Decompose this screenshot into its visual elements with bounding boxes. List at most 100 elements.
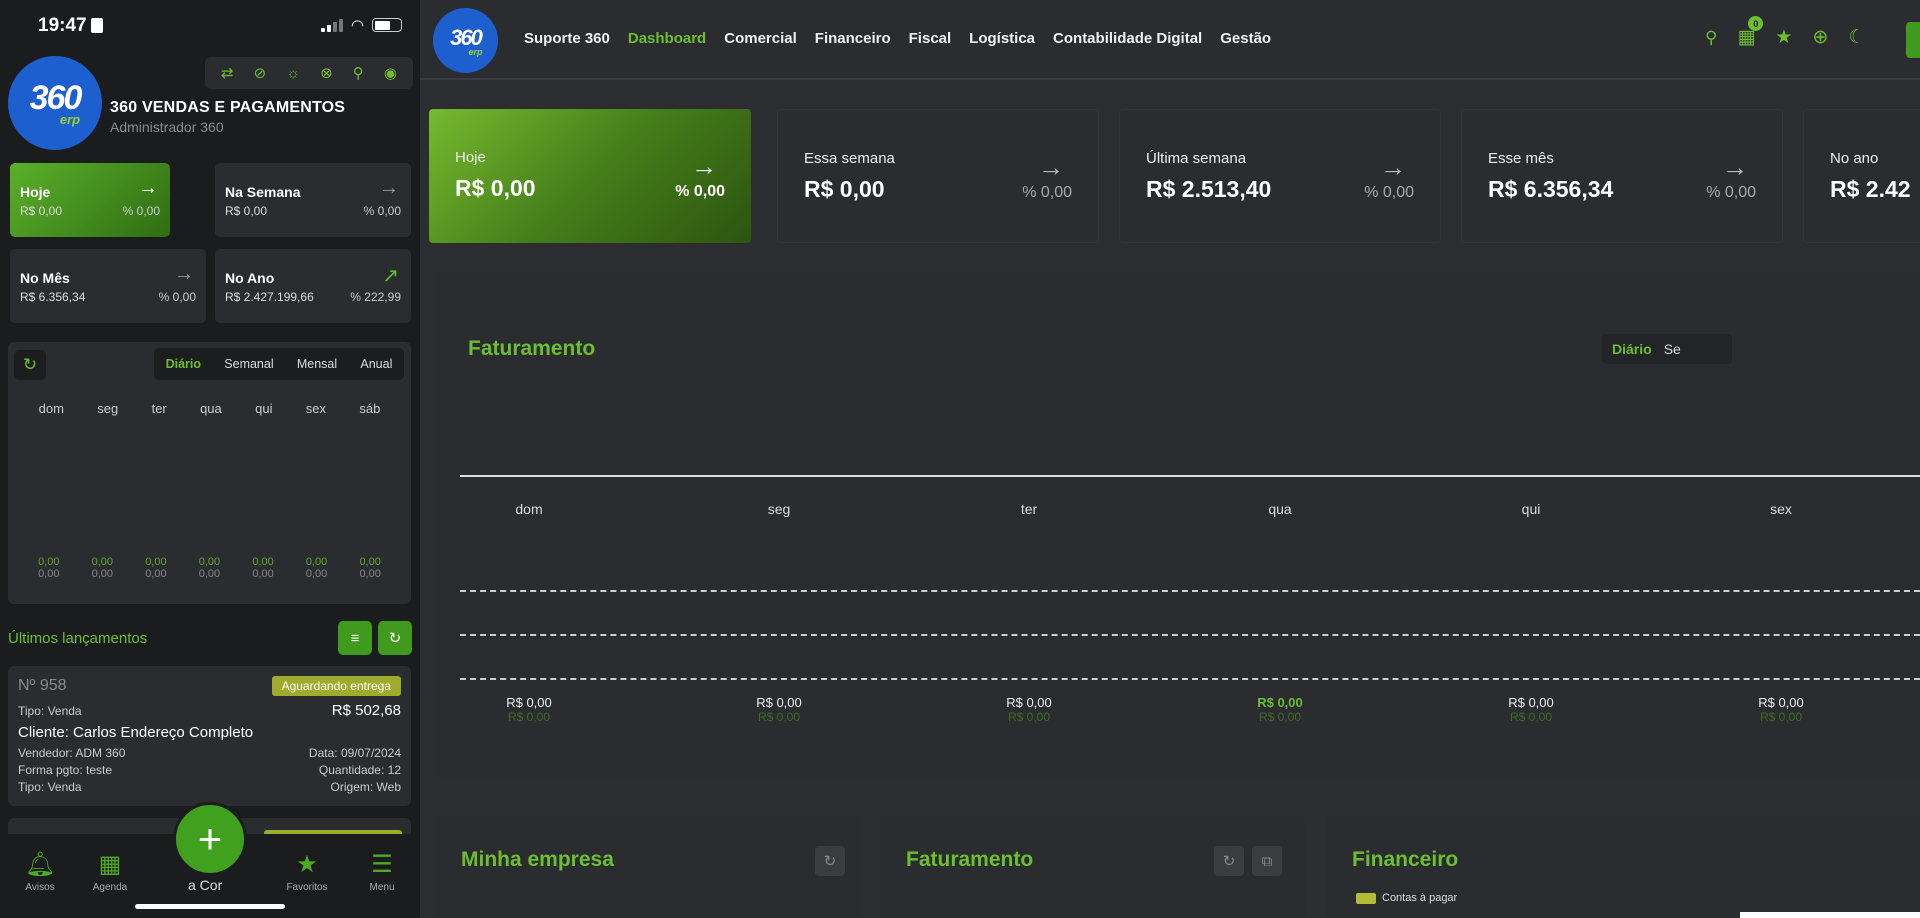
arrow-right-icon: → [1038,152,1064,182]
tab-weekly[interactable]: Semanal [224,357,273,371]
nav-agenda[interactable]: ▦ Agenda [80,850,140,893]
kpi-value: R$ 0,00 [455,175,536,201]
fab-label: a Cor [188,877,223,893]
desktop-app: 360 erp Suporte 360 Dashboard Comercial … [420,0,1920,918]
card-title: Hoje [20,184,51,200]
kpi-title: No ano [1830,150,1879,167]
legend-label: Contas à pagar [1382,892,1458,904]
summary-card-year[interactable]: No Ano ↗ R$ 2.427.199,66 % 222,99 [215,249,411,323]
status-badge: Aguardando entrega [271,676,401,696]
weekly-chart: ↻ Diário Semanal Mensal Anual dom seg te… [8,342,411,604]
company-name: 360 VENDAS E PAGAMENTOS [110,99,346,116]
day-value: R$ 0,00 R$ 0,00 [1758,695,1804,725]
user-button[interactable] [1906,22,1920,58]
eye-icon[interactable]: ◉ [384,64,397,82]
plus-icon: + [197,815,223,862]
menu-item-contabilidade[interactable]: Contabilidade Digital [1053,30,1202,47]
company-logo[interactable]: 360 erp [8,56,102,150]
tab-monthly[interactable]: Mensal [297,357,337,371]
my-company-card: Minha empresa ↻ [435,816,861,918]
day-label: sáb [359,401,381,416]
order-payment: Forma pgto: teste [18,763,113,777]
card-percent: % 0,00 [363,204,401,218]
nav-favoritos[interactable]: ★ Favoritos [277,850,337,893]
revenue-card: Faturamento ↻ ⧉ [880,816,1306,918]
menu-item-suporte[interactable]: Suporte 360 [524,30,610,47]
tab-yearly[interactable]: Anual [360,357,392,371]
moon-icon[interactable]: ☾ [1848,26,1865,49]
summary-card-month[interactable]: No Mês → R$ 6.356,34 % 0,00 [10,249,206,323]
day-label: qua [1268,501,1292,517]
logo-subtext: erp [468,46,483,57]
company-logo[interactable]: 360 erp [433,8,498,73]
external-link-icon[interactable]: ⧉ [1252,846,1282,876]
eye-off-icon[interactable]: ⊗ [320,64,333,82]
kpi-percent: % 0,00 [675,183,725,200]
revenue-chart-panel: Faturamento Diário Se dom seg ter qua qu… [434,272,1920,779]
add-circle-icon[interactable]: ⊕ [1812,26,1828,49]
status-bar: 19:47 ◠ [0,0,420,48]
menu-item-fiscal[interactable]: Fiscal [909,30,952,47]
refresh-icon[interactable]: ↻ [1214,846,1244,876]
kpi-card-this-month[interactable]: Esse mês R$ 6.356,34 → % 0,00 [1461,109,1783,243]
notification-count: 0 [1748,16,1764,31]
order-client: Cliente: Carlos Endereço Completo [18,724,254,741]
kpi-card-year[interactable]: No ano R$ 2.42 [1803,109,1920,243]
nav-menu[interactable]: ☰ Menu [352,850,412,893]
grid-line [460,634,1920,636]
order-number: Nº 958 [18,677,67,694]
mobile-app: 19:47 ◠ 360 erp ⇄ ⊘ ☼ ⊗ ⚲ ◉ 360 VENDAS E… [0,0,420,918]
search-icon[interactable]: ⚲ [353,64,364,82]
day-value: 0,00 0,00 [305,556,328,580]
logo-subtext: erp [59,112,81,127]
order-type-secondary: Tipo: Venda [18,780,82,794]
menu-item-dashboard[interactable]: Dashboard [628,30,706,47]
day-label: qui [1521,501,1541,517]
menu-item-comercial[interactable]: Comercial [724,30,797,47]
no-location-icon[interactable]: ⊘ [254,64,267,82]
tab-weekly[interactable]: Se [1664,341,1681,357]
day-label: dom [38,401,64,416]
card-value: R$ 6.356,34 [20,290,86,304]
order-card[interactable]: Nº 958 Aguardando entrega Tipo: Venda R$… [8,666,411,806]
day-label: seg [97,401,119,416]
calendar-icon[interactable]: ▦ 0 [1737,16,1764,49]
list-icon[interactable]: ≡ [338,621,372,655]
kpi-card-last-week[interactable]: Última semana R$ 2.513,40 → % 0,00 [1119,109,1441,243]
day-value: 0,00 0,00 [252,556,274,580]
tab-daily[interactable]: Diário [1612,341,1652,357]
star-icon[interactable]: ★ [1775,26,1792,49]
menu-item-gestao[interactable]: Gestão [1220,30,1271,47]
kpi-value: R$ 2.513,40 [1146,176,1272,202]
card-value: R$ 0,00 [20,204,63,218]
brightness-icon[interactable]: ☼ [286,65,300,82]
day-label: dom [515,501,543,517]
order-type: Tipo: Venda [18,704,82,718]
refresh-icon[interactable]: ↻ [815,846,845,876]
menu-item-financeiro[interactable]: Financeiro [815,30,891,47]
day-label: seg [767,501,791,517]
kpi-percent: % 0,00 [1364,184,1414,201]
swap-icon[interactable]: ⇄ [221,64,234,82]
day-label: sex [305,401,327,416]
card-title: No Mês [20,270,70,286]
summary-card-week[interactable]: Na Semana → R$ 0,00 % 0,00 [215,163,411,237]
day-value: R$ 0,00 R$ 0,00 [1257,695,1303,725]
kpi-percent: % 0,00 [1706,184,1756,201]
summary-card-today[interactable]: Hoje → R$ 0,00 % 0,00 [10,163,170,237]
add-button[interactable]: + [173,802,247,876]
card-percent: % 0,00 [158,290,196,304]
nav-avisos[interactable]: 🔔︎ Avisos [10,850,70,893]
day-value: R$ 0,00 R$ 0,00 [506,695,552,725]
kpi-card-today[interactable]: Hoje R$ 0,00 → % 0,00 [429,109,751,243]
calendar-icon: ▦ [98,851,122,878]
search-icon[interactable]: ⚲ [1705,28,1717,48]
menu-item-logistica[interactable]: Logística [969,30,1035,47]
tab-daily[interactable]: Diário [166,357,201,371]
trending-up-icon: ↗ [382,265,399,287]
app-root: 19:47 ◠ 360 erp ⇄ ⊘ ☼ ⊗ ⚲ ◉ 360 VENDAS E… [0,0,1920,918]
refresh-icon[interactable]: ↻ [378,621,412,655]
refresh-icon[interactable]: ↻ [14,350,46,380]
arrow-right-icon: → [138,177,158,199]
kpi-card-this-week[interactable]: Essa semana R$ 0,00 → % 0,00 [777,109,1099,243]
